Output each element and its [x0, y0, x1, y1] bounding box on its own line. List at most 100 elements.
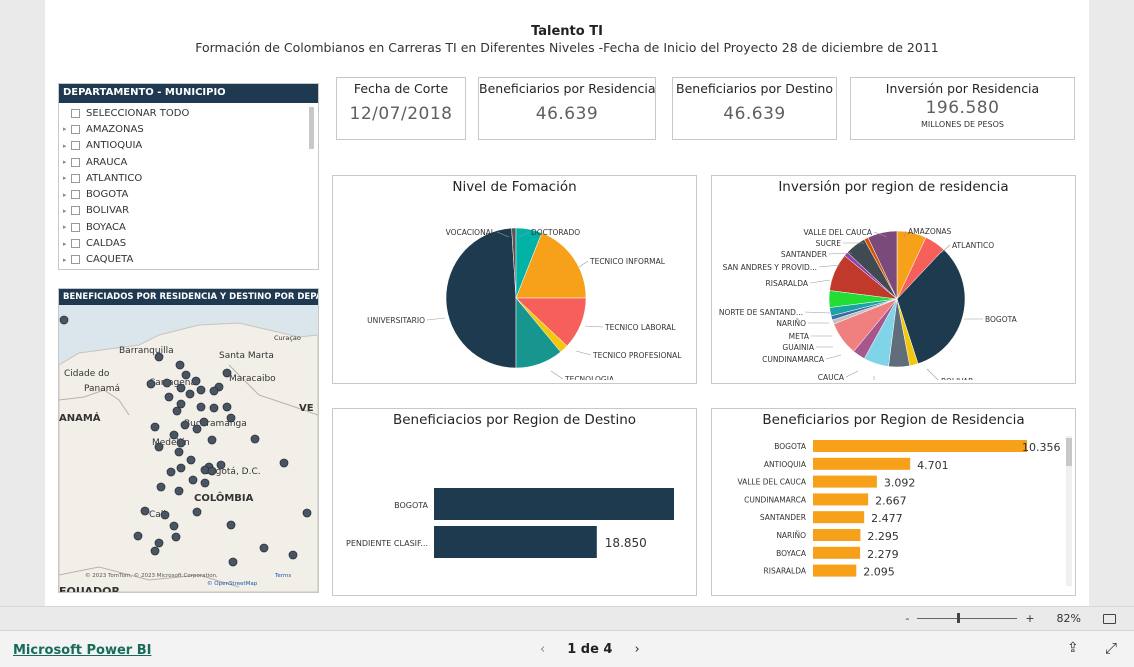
- residencia-chart[interactable]: BOGOTA 10.356 ANTIOQUIA 4.701 VALLE DEL CAUC…: [712, 428, 1075, 593]
- map-point: [222, 368, 232, 378]
- pie-label: ATLANTICO: [952, 241, 994, 250]
- expand-caret-icon[interactable]: ▸: [63, 207, 71, 215]
- checkbox[interactable]: [71, 239, 80, 249]
- pie-label: BOLIVAR: [941, 377, 973, 380]
- map-point: [226, 413, 236, 423]
- slicer-item[interactable]: ▸ ARAUCA: [59, 154, 318, 170]
- bar-category: BOGOTA: [774, 442, 807, 451]
- pie-leader: [809, 279, 831, 284]
- card-fecha-value: 12/07/2018: [349, 104, 453, 124]
- map-point: [169, 521, 179, 531]
- expand-caret-icon[interactable]: ▸: [63, 191, 71, 199]
- map-point: [186, 455, 196, 465]
- checkbox[interactable]: [71, 124, 80, 134]
- map-point: [176, 463, 186, 473]
- slicer-item[interactable]: ▸ BOGOTA: [59, 186, 318, 202]
- bar: [813, 511, 865, 524]
- residencia-panel[interactable]: Beneficiarios por Region de Residencia B…: [711, 408, 1076, 596]
- beneficiaries-map[interactable]: BENEFICIADOS POR RESIDENCIA Y DESTINO PO…: [58, 288, 319, 593]
- bar-value: 2.477: [871, 512, 903, 525]
- zoom-out-button[interactable]: -: [905, 612, 909, 625]
- checkbox[interactable]: [71, 255, 80, 265]
- slicer-item[interactable]: ▸ BOYACA: [59, 219, 318, 235]
- checkbox[interactable]: [71, 190, 80, 200]
- map-point: [180, 420, 190, 430]
- expand-caret-icon[interactable]: ▸: [63, 256, 71, 264]
- fit-page-icon[interactable]: [1103, 613, 1116, 624]
- zoom-in-button[interactable]: +: [1025, 612, 1034, 625]
- map-canvas[interactable]: Barranquilla Santa Marta Curaçao Cidade do P…: [59, 305, 318, 592]
- slicer-item[interactable]: ▸ CALDAS: [59, 235, 318, 251]
- bar-value: 2.667: [875, 494, 907, 507]
- pie-leader: [578, 260, 589, 268]
- slicer-item-label: CAQUETA: [86, 254, 134, 266]
- slicer-item[interactable]: ▸ CAQUETA: [59, 252, 318, 268]
- card-inversion: Inversión por Residencia 196.580 MILLONE…: [850, 77, 1075, 140]
- slicer-item[interactable]: ▸ AMAZONAS: [59, 121, 318, 137]
- destino-panel[interactable]: Beneficiacios por Region de Destino BOGO…: [332, 408, 697, 596]
- next-page-icon[interactable]: ›: [634, 642, 639, 657]
- slicer-item-label: BOLIVAR: [86, 205, 130, 217]
- pie-label: CAUCA: [818, 373, 845, 380]
- checkbox[interactable]: [71, 157, 80, 167]
- pie-label: TECNICO LABORAL: [604, 323, 676, 332]
- map-label: ANAMÁ: [59, 411, 101, 424]
- map-point: [199, 417, 209, 427]
- card-inversion-unit: MILLONES DE PESOS: [921, 120, 1004, 129]
- department-slicer[interactable]: DEPARTAMENTO - MUNICIPIO SELECCIONAR TOD…: [58, 83, 319, 270]
- share-icon[interactable]: ⇪: [1067, 640, 1079, 656]
- map-point: [154, 352, 164, 362]
- slicer-item[interactable]: SELECCIONAR TODO: [59, 105, 318, 121]
- expand-caret-icon[interactable]: ▸: [63, 142, 71, 150]
- slicer-item[interactable]: ▸ ATLANTICO: [59, 170, 318, 186]
- expand-caret-icon[interactable]: ▸: [63, 125, 71, 133]
- map-title: BENEFICIADOS POR RESIDENCIA Y DESTINO PO…: [59, 289, 318, 305]
- bar-value: 2.095: [863, 566, 895, 579]
- slicer-list: SELECCIONAR TODO ▸ AMAZONAS ▸ ANTIOQUIA ▸ ARAU…: [59, 103, 318, 268]
- checkbox[interactable]: [71, 108, 80, 118]
- slicer-item-label: SELECCIONAR TODO: [86, 107, 190, 119]
- inversion-region-panel[interactable]: Inversión por region de residencia AMAZO…: [711, 175, 1076, 392]
- expand-caret-icon[interactable]: ▸: [63, 158, 71, 166]
- map-point: [207, 435, 217, 445]
- nivel-formacion-chart[interactable]: UNIVERSITARIO VOCACIONAL DOCTORADO TECNICO …: [333, 195, 696, 384]
- map-point: [166, 467, 176, 477]
- slicer-item[interactable]: ▸ ANTIOQUIA: [59, 138, 318, 154]
- slicer-scrollbar[interactable]: [309, 107, 314, 149]
- map-point: [174, 486, 184, 496]
- pie-label: RISARALDA: [766, 279, 809, 288]
- bar: [813, 546, 861, 559]
- prev-page-icon[interactable]: ‹: [540, 642, 545, 657]
- expand-caret-icon[interactable]: ▸: [63, 240, 71, 248]
- zoom-slider[interactable]: [917, 613, 1018, 623]
- map-label: EQUADOR: [59, 585, 120, 592]
- map-point: [259, 543, 269, 553]
- inversion-region-chart[interactable]: AMAZONASATLANTICOBOGOTABOLIVARCALDASCAUC…: [712, 195, 1075, 392]
- slicer-item[interactable]: ▸ BOLIVAR: [59, 203, 318, 219]
- bar: [813, 475, 877, 488]
- map-point: [200, 478, 210, 488]
- pie-leader: [926, 368, 940, 382]
- bar-category: RISARALDA: [764, 567, 807, 576]
- map-label: Maracaibo: [229, 374, 276, 384]
- pie-label: CUNDINAMARCA: [762, 355, 825, 364]
- checkbox[interactable]: [71, 173, 80, 183]
- bar: [434, 488, 674, 520]
- nivel-formacion-panel[interactable]: Nivel de Fomación UNIVERSITARIO VOCACIONA…: [332, 175, 697, 384]
- map-point: [191, 376, 201, 386]
- card-inversion-label: Inversión por Residencia: [885, 81, 1040, 96]
- pie-label: GUAINIA: [782, 343, 814, 352]
- expand-caret-icon[interactable]: ▸: [63, 174, 71, 182]
- fullscreen-icon[interactable]: ⤢: [1105, 639, 1117, 657]
- map-point: [185, 389, 195, 399]
- expand-caret-icon[interactable]: ▸: [63, 223, 71, 231]
- page-indicator: 1 de 4: [567, 642, 613, 657]
- pie-leader: [804, 311, 831, 314]
- zoom-thumb[interactable]: [957, 613, 961, 623]
- power-bi-link[interactable]: Microsoft Power BI: [13, 643, 151, 658]
- destino-chart[interactable]: BOGOTA PENDIENTE CLASIF... 18.850: [333, 428, 696, 593]
- bar-category: ANTIOQUIA: [764, 460, 807, 469]
- checkbox[interactable]: [71, 141, 80, 151]
- checkbox[interactable]: [71, 206, 80, 216]
- checkbox[interactable]: [71, 222, 80, 232]
